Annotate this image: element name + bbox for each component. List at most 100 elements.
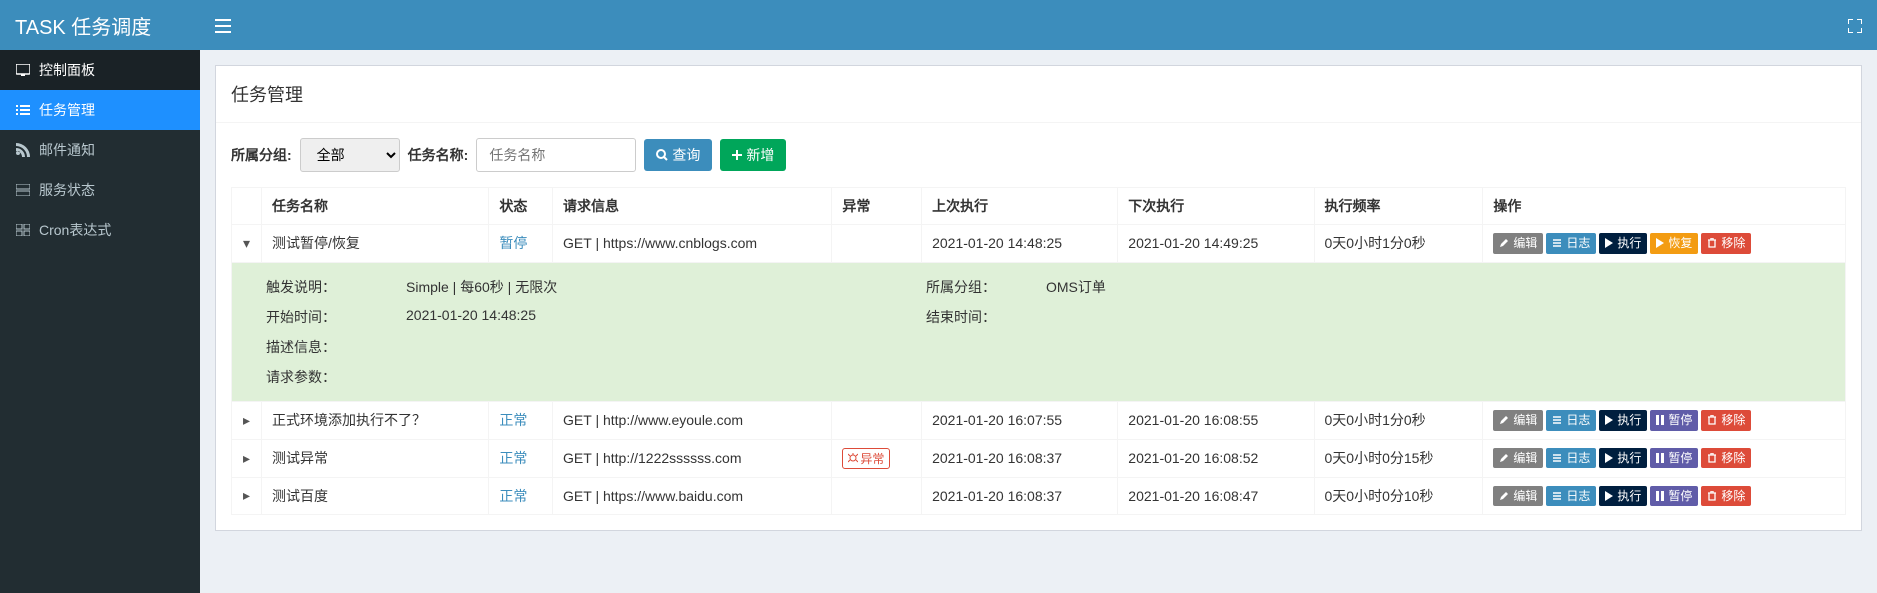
cell-error: 异常 <box>832 439 922 477</box>
cell-name: 正式环境添加执行不了？ <box>262 401 489 439</box>
cell-status: 正常 <box>489 401 553 439</box>
detail-end-label: 结束时间： <box>926 307 1046 327</box>
col-status: 状态 <box>489 188 553 225</box>
cell-freq: 0天0小时0分15秒 <box>1314 439 1483 477</box>
cell-status: 暂停 <box>489 225 553 263</box>
cell-freq: 0天0小时1分0秒 <box>1314 401 1483 439</box>
edit-button[interactable]: 编辑 <box>1493 448 1543 469</box>
expand-toggle[interactable]: ▸ <box>232 401 262 439</box>
add-button[interactable]: 新增 <box>720 139 786 171</box>
cell-name: 测试暂停/恢复 <box>262 225 489 263</box>
detail-row: 触发说明： Simple | 每60秒 | 无限次 所属分组： OMS订单 开始… <box>232 262 1846 401</box>
grid-icon <box>15 224 31 236</box>
run-button[interactable]: 执行 <box>1599 486 1647 507</box>
cell-status: 正常 <box>489 477 553 515</box>
cell-next: 2021-01-20 14:49:25 <box>1118 225 1314 263</box>
col-ops: 操作 <box>1483 188 1846 225</box>
group-label: 所属分组: <box>231 145 292 165</box>
col-error: 异常 <box>832 188 922 225</box>
rss-icon <box>15 143 31 157</box>
resume-button[interactable]: 恢复 <box>1650 233 1698 254</box>
edit-button[interactable]: 编辑 <box>1493 233 1543 254</box>
task-table: 任务名称 状态 请求信息 异常 上次执行 下次执行 执行频率 操作 ▾ 测试暂停… <box>231 187 1846 515</box>
cell-ops: 编辑 日志 执行 暂停 移除 <box>1483 477 1846 515</box>
delete-button[interactable]: 移除 <box>1701 233 1751 254</box>
cell-next: 2021-01-20 16:08:47 <box>1118 477 1314 515</box>
cell-last: 2021-01-20 16:07:55 <box>922 401 1118 439</box>
cell-ops: 编辑 日志 执行 恢复 移除 <box>1483 225 1846 263</box>
detail-desc-value <box>406 337 926 357</box>
cell-next: 2021-01-20 16:08:55 <box>1118 401 1314 439</box>
sidebar-item-label: 服务状态 <box>39 180 95 200</box>
sidebar-item-cron[interactable]: Cron表达式 <box>0 210 200 250</box>
delete-button[interactable]: 移除 <box>1701 486 1751 507</box>
detail-trigger-value: Simple | 每60秒 | 无限次 <box>406 277 926 297</box>
table-row: ▸ 正式环境添加执行不了？ 正常 GET | http://www.eyoule… <box>232 401 1846 439</box>
table-row: ▸ 测试百度 正常 GET | https://www.baidu.com 20… <box>232 477 1846 515</box>
expand-toggle[interactable]: ▸ <box>232 477 262 515</box>
cell-error <box>832 401 922 439</box>
cell-freq: 0天0小时1分0秒 <box>1314 225 1483 263</box>
dashboard-icon <box>15 64 31 76</box>
error-badge: 异常 <box>842 448 890 469</box>
cell-error <box>832 477 922 515</box>
cell-last: 2021-01-20 16:08:37 <box>922 477 1118 515</box>
edit-button[interactable]: 编辑 <box>1493 486 1543 507</box>
sidebar-item-label: 任务管理 <box>39 100 95 120</box>
name-label: 任务名称: <box>408 145 469 165</box>
delete-button[interactable]: 移除 <box>1701 448 1751 469</box>
col-next: 下次执行 <box>1118 188 1314 225</box>
log-button[interactable]: 日志 <box>1546 233 1596 254</box>
detail-trigger-label: 触发说明： <box>266 277 406 297</box>
detail-params-value <box>406 367 926 387</box>
sidebar-item-status[interactable]: 服务状态 <box>0 170 200 210</box>
group-select[interactable]: 全部 <box>300 138 400 172</box>
cell-status: 正常 <box>489 439 553 477</box>
expand-toggle[interactable]: ▾ <box>232 225 262 263</box>
detail-end-value <box>1046 307 1811 327</box>
delete-button[interactable]: 移除 <box>1701 410 1751 431</box>
pause-button[interactable]: 暂停 <box>1650 410 1698 431</box>
sidebar-home[interactable]: 控制面板 <box>0 50 200 90</box>
table-row: ▾ 测试暂停/恢复 暂停 GET | https://www.cnblogs.c… <box>232 225 1846 263</box>
cell-name: 测试异常 <box>262 439 489 477</box>
pause-button[interactable]: 暂停 <box>1650 448 1698 469</box>
detail-start-value: 2021-01-20 14:48:25 <box>406 307 926 327</box>
cell-ops: 编辑 日志 执行 暂停 移除 <box>1483 439 1846 477</box>
server-icon <box>15 184 31 196</box>
sidebar-item-label: 邮件通知 <box>39 140 95 160</box>
query-button[interactable]: 查询 <box>644 139 712 171</box>
detail-group-label: 所属分组： <box>926 277 1046 297</box>
run-button[interactable]: 执行 <box>1599 448 1647 469</box>
name-input[interactable] <box>476 138 636 172</box>
expand-icon[interactable] <box>1848 17 1862 33</box>
col-name: 任务名称 <box>262 188 489 225</box>
cell-name: 测试百度 <box>262 477 489 515</box>
sidebar-home-label: 控制面板 <box>39 60 95 80</box>
sidebar-item-tasks[interactable]: 任务管理 <box>0 90 200 130</box>
log-button[interactable]: 日志 <box>1546 486 1596 507</box>
filter-bar: 所属分组: 全部 任务名称: 查询 新增 <box>231 138 1846 172</box>
sidebar-item-mail[interactable]: 邮件通知 <box>0 130 200 170</box>
col-freq: 执行频率 <box>1314 188 1483 225</box>
pause-button[interactable]: 暂停 <box>1650 486 1698 507</box>
menu-toggle-icon[interactable] <box>215 17 231 33</box>
run-button[interactable]: 执行 <box>1599 233 1647 254</box>
detail-params-label: 请求参数： <box>266 367 406 387</box>
expand-toggle[interactable]: ▸ <box>232 439 262 477</box>
detail-desc-label: 描述信息： <box>266 337 406 357</box>
run-button[interactable]: 执行 <box>1599 410 1647 431</box>
log-button[interactable]: 日志 <box>1546 410 1596 431</box>
edit-button[interactable]: 编辑 <box>1493 410 1543 431</box>
log-button[interactable]: 日志 <box>1546 448 1596 469</box>
cell-request: GET | http://www.eyoule.com <box>553 401 832 439</box>
search-icon <box>656 149 668 161</box>
cell-request: GET | https://www.cnblogs.com <box>553 225 832 263</box>
page-title: 任务管理 <box>216 66 1861 123</box>
panel: 任务管理 所属分组: 全部 任务名称: 查询 新增 <box>215 65 1862 531</box>
cell-next: 2021-01-20 16:08:52 <box>1118 439 1314 477</box>
sidebar: 控制面板 任务管理 邮件通知 服务状态 Cron表达式 <box>0 50 200 593</box>
sidebar-item-label: Cron表达式 <box>39 220 111 240</box>
content: 任务管理 所属分组: 全部 任务名称: 查询 新增 <box>200 50 1877 593</box>
cell-request: GET | https://www.baidu.com <box>553 477 832 515</box>
